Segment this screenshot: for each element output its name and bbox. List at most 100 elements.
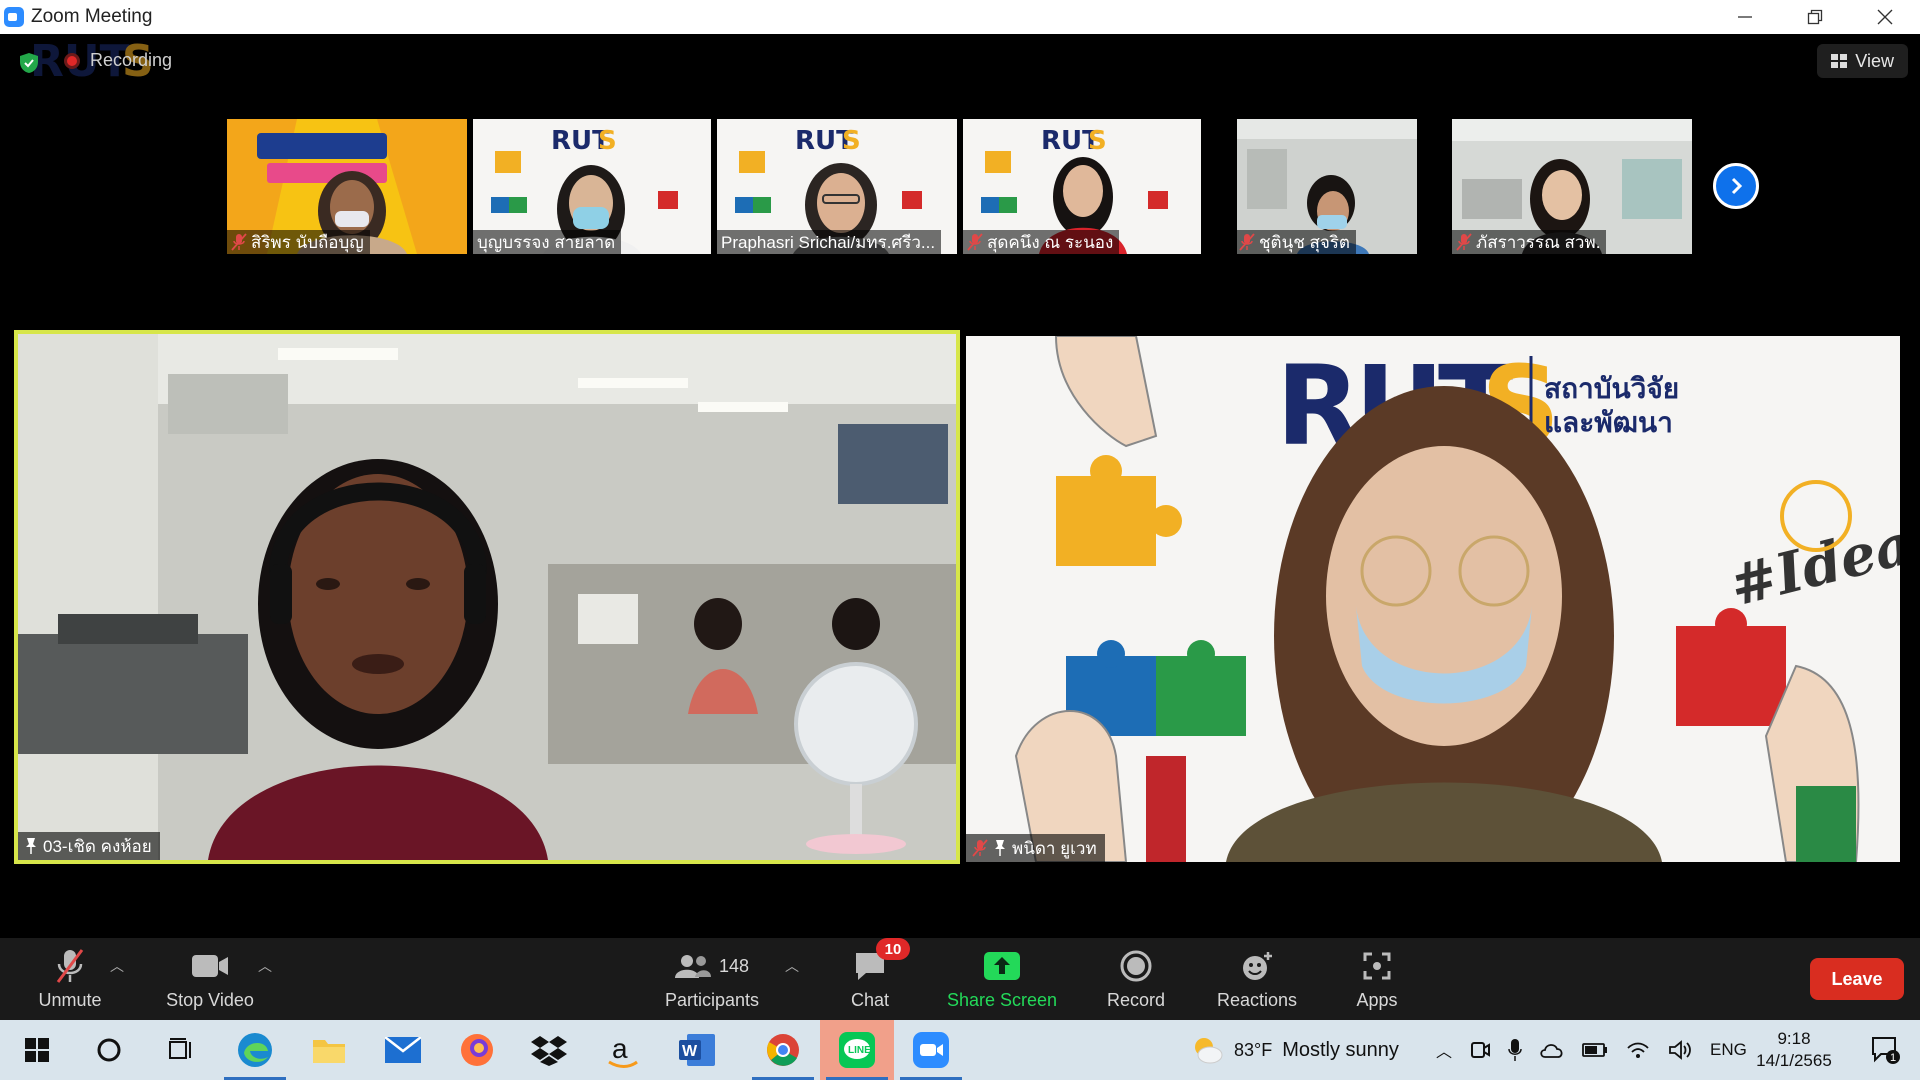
view-button[interactable]: View bbox=[1817, 44, 1908, 78]
taskbar-file-explorer[interactable] bbox=[292, 1020, 366, 1080]
notification-icon: 1 bbox=[1872, 1037, 1900, 1064]
mic-muted-icon bbox=[56, 949, 84, 983]
close-button[interactable] bbox=[1850, 0, 1920, 34]
taskbar-dropbox[interactable] bbox=[512, 1020, 586, 1080]
apps-button[interactable]: Apps bbox=[1337, 948, 1417, 1011]
system-tray: ︿ ENG bbox=[1436, 1020, 1747, 1080]
record-icon bbox=[1120, 950, 1152, 982]
firefox-icon bbox=[461, 1034, 493, 1066]
mic-muted-icon bbox=[231, 233, 247, 251]
participant-video-main[interactable]: RUT S สถาบันวิจัย และพัฒนา #Ideas พนิดา … bbox=[966, 336, 1900, 862]
unmute-label: Unmute bbox=[38, 990, 102, 1010]
taskbar-mail[interactable] bbox=[366, 1020, 440, 1080]
taskbar-zoom[interactable] bbox=[894, 1020, 968, 1080]
chevron-right-icon bbox=[1731, 177, 1743, 195]
clock-date: 14/1/2565 bbox=[1756, 1051, 1832, 1070]
zoom-icon bbox=[913, 1032, 949, 1068]
partly-sunny-icon bbox=[1195, 1038, 1223, 1064]
amazon-icon: a bbox=[608, 1033, 638, 1068]
taskbar-amazon[interactable]: a bbox=[586, 1020, 660, 1080]
video-options-caret[interactable]: ︿ bbox=[258, 956, 272, 976]
stop-video-label: Stop Video bbox=[166, 990, 254, 1010]
record-dot-icon bbox=[64, 52, 80, 69]
participant-thumbnail[interactable]: สิริพร นับถือบุญ bbox=[227, 119, 467, 254]
participant-name-tag: สิริพร นับถือบุญ bbox=[227, 230, 370, 254]
share-screen-label: Share Screen bbox=[946, 990, 1058, 1010]
participants-options-caret[interactable]: ︿ bbox=[785, 956, 799, 976]
clock-time: 9:18 bbox=[1777, 1029, 1811, 1048]
task-view-icon bbox=[169, 1038, 191, 1059]
participant-thumbnail[interactable]: RUT S Praphasri Srichai/มทร.ศรีว... bbox=[717, 119, 957, 254]
taskbar-edge[interactable] bbox=[218, 1020, 292, 1080]
participant-name: Praphasri Srichai/มทร.ศรีว... bbox=[721, 232, 936, 252]
onedrive-cloud-icon[interactable] bbox=[1540, 1041, 1564, 1059]
notification-center-button[interactable]: 1 bbox=[1856, 1020, 1916, 1080]
participant-thumbnail[interactable]: RUT S สุดคนึง ณ ระนอง bbox=[963, 119, 1201, 254]
recording-indicator[interactable]: Recording bbox=[64, 50, 172, 71]
participant-name: สุดคนึง ณ ระนอง bbox=[987, 232, 1114, 252]
active-speaker-video[interactable]: 03-เชิด คงห้อย bbox=[14, 330, 960, 864]
folder-icon bbox=[313, 1040, 345, 1063]
weather-condition: Mostly sunny bbox=[1282, 1038, 1399, 1061]
audio-options-caret[interactable]: ︿ bbox=[110, 956, 124, 976]
weather-temperature: 83°F bbox=[1234, 1039, 1273, 1060]
participants-count: 148 bbox=[718, 955, 750, 976]
participant-thumbnail[interactable]: ชุตินุช สุจริต bbox=[1207, 119, 1447, 254]
security-shield-icon[interactable] bbox=[18, 52, 40, 74]
recording-label: Recording bbox=[90, 50, 173, 70]
wifi-icon[interactable] bbox=[1626, 1040, 1650, 1060]
close-icon bbox=[1877, 9, 1893, 25]
participant-name-tag: สุดคนึง ณ ระนอง bbox=[963, 230, 1120, 254]
participants-icon bbox=[674, 955, 711, 978]
battery-icon[interactable] bbox=[1582, 1042, 1608, 1058]
share-screen-button[interactable]: Share Screen bbox=[946, 948, 1058, 1011]
minimize-icon bbox=[1738, 16, 1752, 18]
taskbar-word[interactable]: W bbox=[660, 1020, 734, 1080]
minimize-button[interactable] bbox=[1710, 0, 1780, 34]
participant-thumbnail[interactable]: ภัสราวรรณ สวพ. bbox=[1452, 119, 1692, 254]
taskbar-firefox[interactable] bbox=[440, 1020, 514, 1080]
clock[interactable]: 9:18 14/1/2565 bbox=[1744, 1020, 1844, 1080]
show-hidden-icons-chevron[interactable]: ︿ bbox=[1436, 1038, 1452, 1062]
participant-video-feed: RUT S สถาบันวิจัย และพัฒนา #Ideas bbox=[966, 336, 1900, 862]
volume-icon[interactable] bbox=[1668, 1040, 1692, 1060]
ruts-thai-line2: และพัฒนา bbox=[1544, 406, 1673, 439]
participant-name-tag: ชุตินุช สุจริต bbox=[1235, 230, 1356, 254]
svg-text:S: S bbox=[842, 126, 861, 156]
microphone-icon[interactable] bbox=[1508, 1038, 1522, 1062]
reactions-label: Reactions bbox=[1216, 990, 1298, 1010]
participant-name: พนิดา ยูเวท bbox=[1012, 838, 1097, 858]
chat-button[interactable]: 10 Chat bbox=[830, 938, 910, 1011]
participant-name-tag: ภัสราวรรณ สวพ. bbox=[1452, 230, 1607, 254]
meet-now-icon[interactable] bbox=[1470, 1039, 1491, 1061]
restore-button[interactable] bbox=[1780, 0, 1850, 34]
participant-name-tag: บุญบรรจง สายลาด bbox=[473, 230, 622, 254]
cortana-circle-icon bbox=[97, 1038, 121, 1062]
view-label: View bbox=[1855, 50, 1894, 71]
weather-widget[interactable]: 83°F Mostly sunny bbox=[1190, 1020, 1399, 1080]
unmute-button[interactable]: Unmute bbox=[30, 948, 110, 1011]
cortana-button[interactable] bbox=[72, 1020, 146, 1080]
pin-icon bbox=[26, 838, 36, 854]
windows-start-button[interactable] bbox=[0, 1020, 74, 1080]
stop-video-button[interactable]: Stop Video bbox=[160, 948, 260, 1011]
participant-name: ชุตินุช สุจริต bbox=[1259, 232, 1350, 252]
record-button[interactable]: Record bbox=[1096, 948, 1176, 1011]
participants-label: Participants bbox=[664, 990, 760, 1010]
taskbar-chrome[interactable] bbox=[746, 1020, 820, 1080]
task-view-button[interactable] bbox=[144, 1020, 218, 1080]
meeting-toolbar: Unmute ︿ Stop Video ︿ 148 Participants ︿… bbox=[0, 938, 1920, 1020]
participant-thumbnail[interactable]: RUT S บุญบรรจง สายลาด bbox=[473, 119, 711, 254]
restore-icon bbox=[1807, 9, 1823, 25]
participant-name-tag: Praphasri Srichai/มทร.ศรีว... bbox=[717, 230, 942, 254]
speaker-name: 03-เชิด คงห้อย bbox=[43, 836, 152, 856]
participants-button[interactable]: 148 Participants bbox=[660, 948, 764, 1011]
svg-text:LINE: LINE bbox=[848, 1045, 871, 1056]
taskbar-line[interactable]: LINE bbox=[820, 1020, 894, 1080]
next-page-button[interactable] bbox=[1713, 163, 1759, 209]
participant-name: สิริพร นับถือบุญ bbox=[251, 232, 364, 252]
input-language[interactable]: ENG bbox=[1710, 1040, 1747, 1060]
leave-button[interactable]: Leave bbox=[1810, 958, 1904, 1000]
notification-count: 1 bbox=[1890, 1052, 1896, 1064]
reactions-button[interactable]: Reactions bbox=[1212, 948, 1302, 1011]
